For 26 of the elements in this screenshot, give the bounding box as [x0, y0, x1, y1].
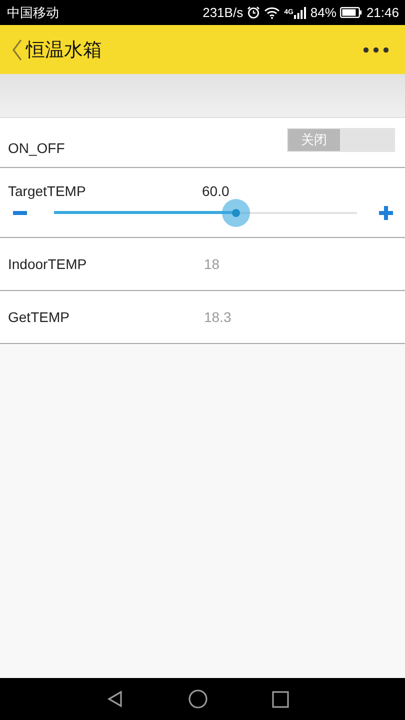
plus-icon[interactable]: [379, 206, 393, 220]
home-nav-icon[interactable]: [188, 689, 208, 709]
clock-time: 21:46: [366, 5, 399, 20]
target-value: 60.0: [202, 182, 230, 198]
more-icon[interactable]: [363, 46, 389, 52]
battery-percent: 84%: [310, 5, 336, 20]
row-label: TargetTEMP: [8, 182, 87, 198]
back-icon[interactable]: [12, 38, 22, 60]
battery-icon: [340, 7, 362, 18]
wifi-icon: [264, 6, 280, 18]
carrier-name: 中国移动: [7, 4, 59, 22]
reading-value: 18: [204, 256, 220, 272]
back-nav-icon[interactable]: [106, 690, 124, 708]
switch-knob: 关闭: [288, 129, 340, 151]
row-label: GetTEMP: [8, 309, 70, 325]
minus-icon[interactable]: [13, 210, 27, 214]
network-speed: 231B/s: [202, 5, 244, 20]
row-label: IndoorTEMP: [8, 256, 88, 272]
recent-apps-icon[interactable]: [272, 690, 289, 708]
signal-icon: [294, 6, 306, 18]
reading-value: 18.3: [204, 309, 232, 325]
row-label: ON_OFF: [8, 140, 65, 156]
slider-thumb[interactable]: [222, 198, 250, 226]
page-title: 恒温水箱: [26, 38, 103, 62]
power-switch[interactable]: 关闭: [287, 128, 395, 152]
alarm-icon: [247, 6, 260, 19]
